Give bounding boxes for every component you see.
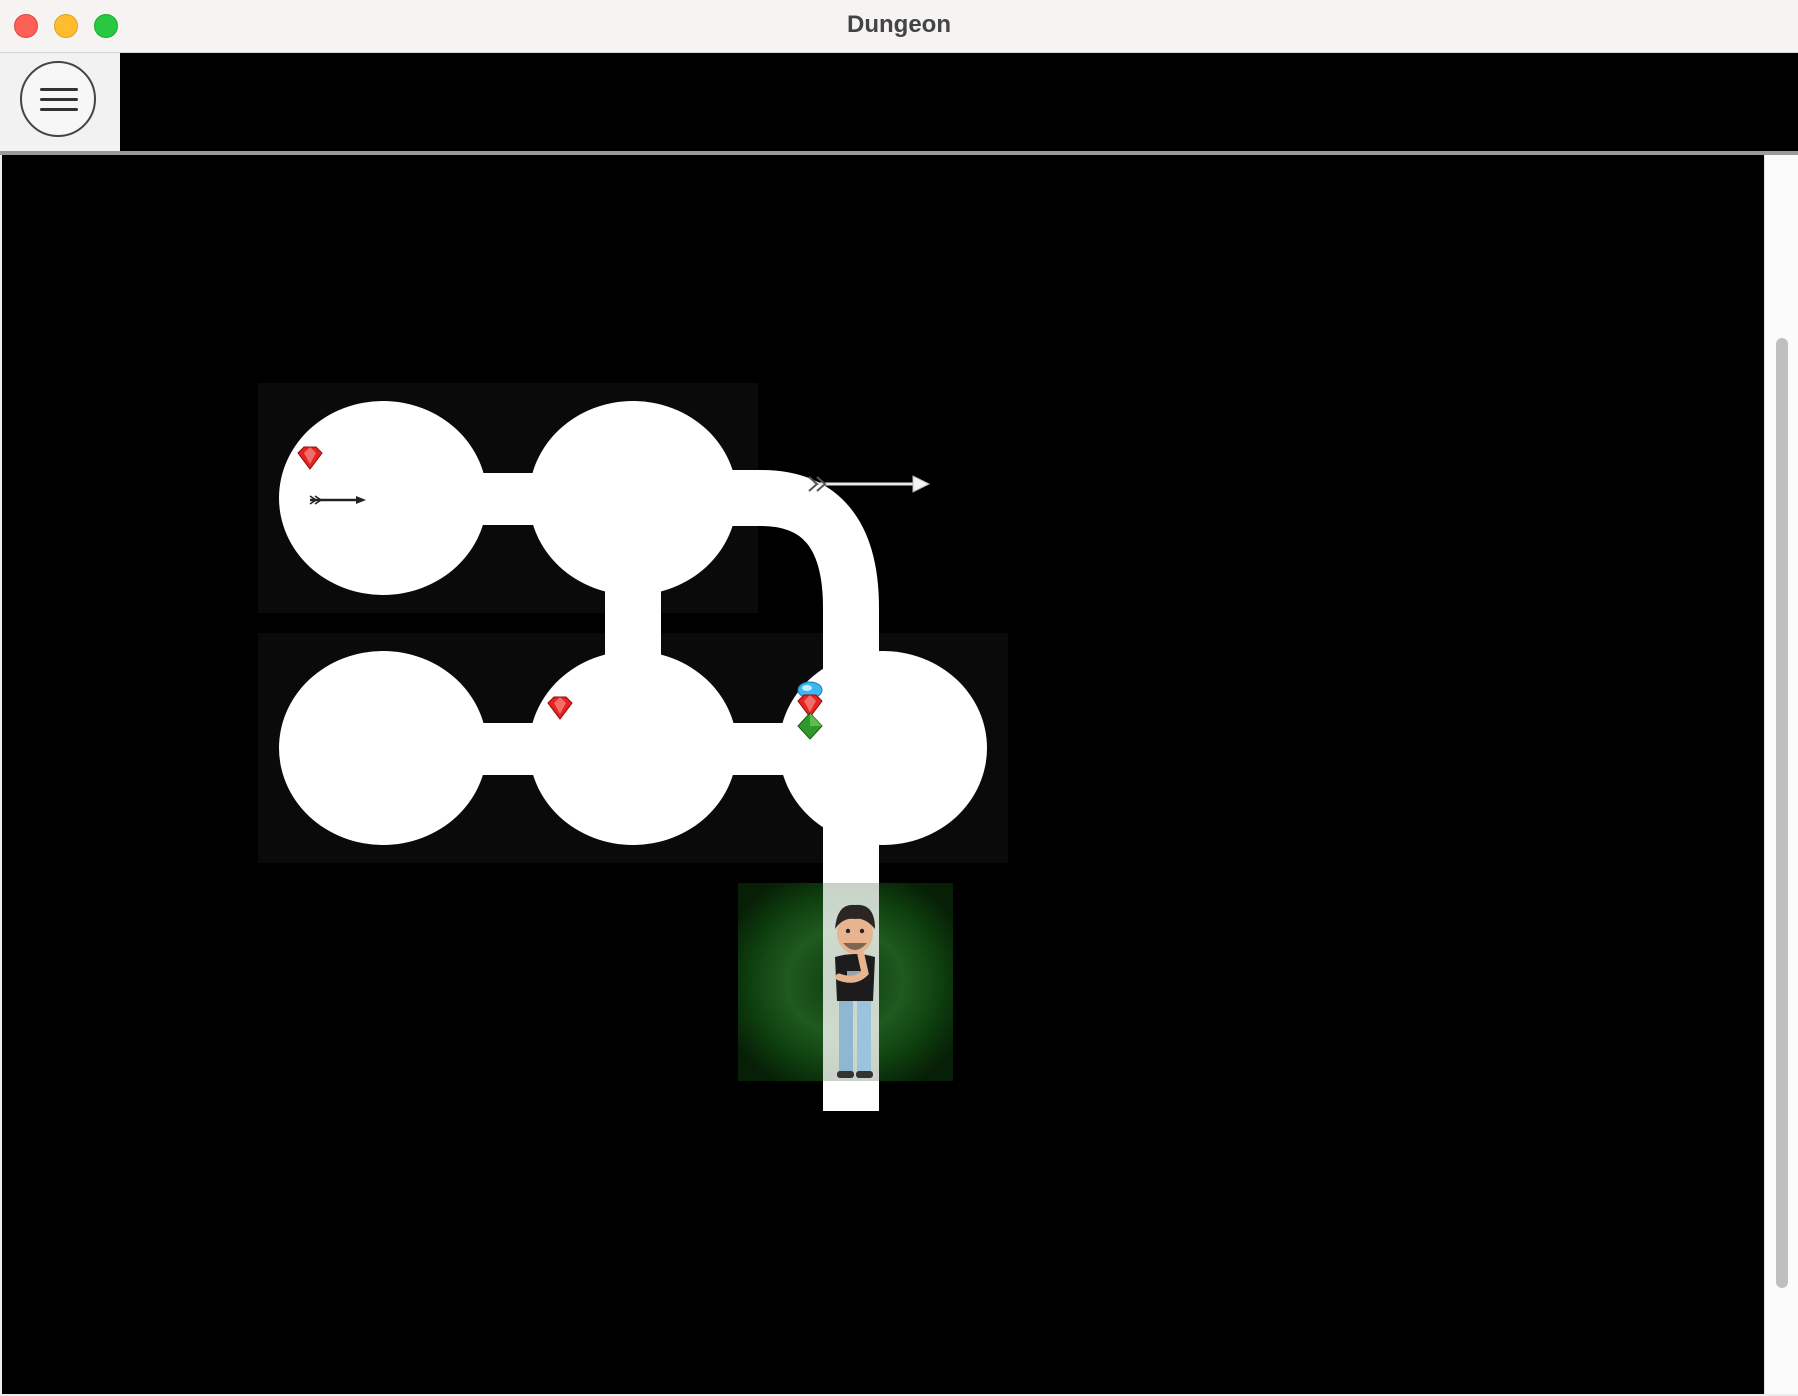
dungeon-map[interactable] xyxy=(2,155,1764,1394)
player-tunnel-end xyxy=(823,1081,879,1111)
vertical-scrollbar[interactable] xyxy=(1764,155,1798,1394)
player-layer xyxy=(738,883,953,1111)
cave[interactable] xyxy=(279,651,487,845)
game-map-area[interactable] xyxy=(2,155,1764,1394)
hamburger-menu-icon xyxy=(40,98,78,101)
toolbar xyxy=(0,53,1798,151)
cave[interactable] xyxy=(779,651,987,845)
hamburger-menu-icon xyxy=(40,88,78,91)
cave[interactable] xyxy=(279,401,487,595)
scrollbar-thumb[interactable] xyxy=(1776,338,1788,1288)
cave[interactable] xyxy=(529,401,737,595)
window-title: Dungeon xyxy=(847,11,951,38)
menu-area xyxy=(0,53,120,151)
menu-button[interactable] xyxy=(20,61,96,137)
window-titlebar: Dungeon xyxy=(0,0,1798,53)
cave[interactable] xyxy=(529,651,737,845)
hamburger-menu-icon xyxy=(40,108,78,111)
